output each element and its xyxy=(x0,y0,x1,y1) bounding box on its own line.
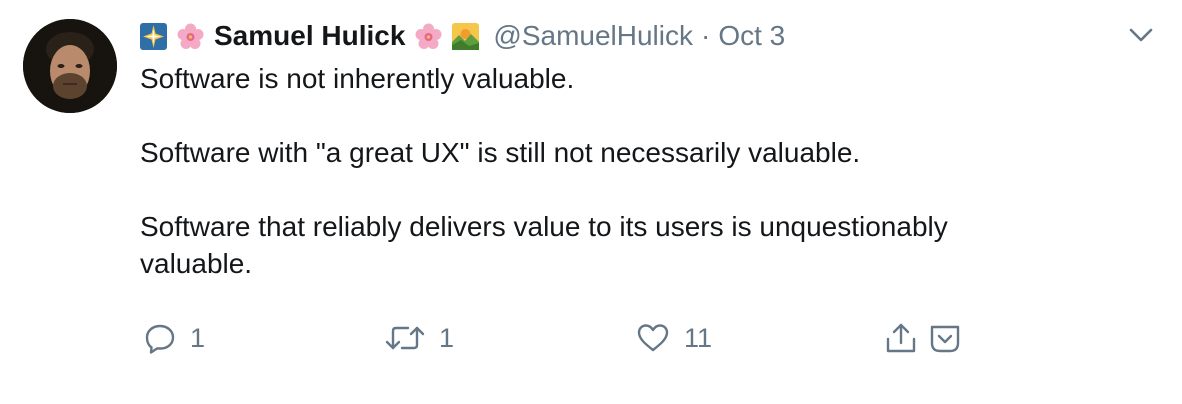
like-button[interactable]: 11 xyxy=(636,318,712,358)
more-actions-button[interactable] xyxy=(928,318,962,358)
sparkle-tile-emoji xyxy=(140,22,167,50)
retweet-count: 1 xyxy=(439,322,455,353)
share-icon xyxy=(886,323,916,353)
reply-icon xyxy=(145,324,175,354)
tweet-header: Samuel Hulick @SamuelHulick · Oct 3 xyxy=(140,18,785,54)
share-button[interactable] xyxy=(884,318,918,358)
tweet-paragraph: Software that reliably delivers value to… xyxy=(140,211,948,279)
retweet-icon xyxy=(385,326,425,350)
chevron-down-box-icon xyxy=(930,325,960,353)
tweet-actions: 1 1 11 xyxy=(0,318,1182,358)
tweet-paragraph: Software with "a great UX" is still not … xyxy=(140,137,861,168)
cherry-blossom-emoji xyxy=(415,23,442,50)
cherry-blossom-emoji xyxy=(177,23,204,50)
reply-count: 1 xyxy=(190,322,206,353)
chevron-down-icon[interactable] xyxy=(1126,25,1156,47)
heart-icon xyxy=(637,324,669,352)
separator-dot: · xyxy=(701,20,711,51)
avatar-photo xyxy=(23,19,117,113)
like-count: 11 xyxy=(684,322,713,353)
sunrise-over-mountains-emoji xyxy=(452,22,480,50)
retweet-button[interactable]: 1 xyxy=(385,318,454,358)
user-handle[interactable]: @SamuelHulick xyxy=(493,20,693,52)
reply-button[interactable]: 1 xyxy=(144,318,205,358)
display-name[interactable]: Samuel Hulick xyxy=(214,20,405,52)
tweet-date[interactable]: Oct 3 xyxy=(718,20,785,52)
tweet-text: Software is not inherently valuable. Sof… xyxy=(140,60,1100,282)
avatar[interactable] xyxy=(23,19,117,113)
tweet-paragraph: Software is not inherently valuable. xyxy=(140,63,575,94)
